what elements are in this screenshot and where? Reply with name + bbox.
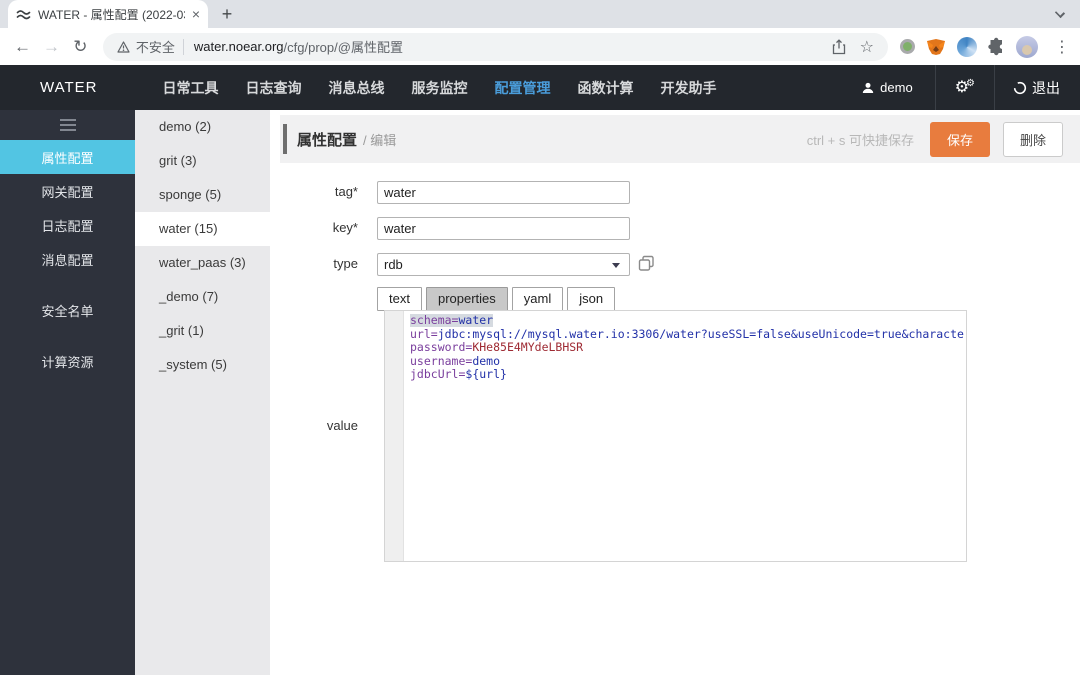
value-label: value (326, 418, 358, 433)
value-code-editor[interactable]: schema=water url=jdbc:mysql://mysql.wate… (384, 310, 967, 562)
chrome-menu-icon[interactable]: ⋮ (1054, 37, 1070, 57)
reload-icon[interactable]: ↻ (66, 37, 95, 57)
tab-yaml[interactable]: yaml (511, 287, 564, 311)
sidebar-item-log-config[interactable]: 日志配置 (0, 208, 135, 242)
user-name: demo (880, 80, 913, 95)
sidebar-item-property-config[interactable]: 属性配置 (0, 140, 135, 174)
menu-function-compute[interactable]: 函数计算 (578, 78, 634, 98)
bookmark-star-icon[interactable]: ☆ (860, 37, 874, 57)
app-brand[interactable]: WATER (40, 79, 98, 96)
menu-config-manage[interactable]: 配置管理 (495, 78, 551, 98)
key-input[interactable] (377, 217, 630, 240)
left-sidebar: 属性配置 网关配置 日志配置 消息配置 安全名单 计算资源 (0, 110, 135, 675)
sidebar-item-compute-resource[interactable]: 计算资源 (0, 344, 135, 378)
page-subtitle: / 编辑 (363, 132, 397, 148)
sidebar-item-gateway-config[interactable]: 网关配置 (0, 174, 135, 208)
editor-code[interactable]: schema=water url=jdbc:mysql://mysql.wate… (405, 314, 965, 560)
tab-close-icon[interactable]: × (192, 7, 200, 21)
tag-item-grit[interactable]: grit (3) (135, 144, 270, 178)
editor-gutter (385, 311, 404, 561)
logout-label: 退出 (1032, 79, 1060, 96)
water-favicon-icon (16, 9, 31, 19)
browser-toolbar: ← → ↻ 不安全 water.noear.org/cfg/prop/@属性配置… (0, 28, 1080, 65)
tag-input[interactable] (377, 181, 630, 204)
select-dropdown-arrow-icon (612, 263, 620, 268)
tag-item-system[interactable]: _system (5) (135, 348, 270, 382)
app-top-nav: WATER 日常工具 日志查询 消息总线 服务监控 配置管理 函数计算 开发助手… (0, 65, 1080, 110)
omnibox-divider (182, 38, 184, 55)
address-bar[interactable]: 不安全 water.noear.org/cfg/prop/@属性配置 ☆ (102, 32, 888, 61)
menu-service-monitor[interactable]: 服务监控 (412, 78, 468, 98)
tag-label: tag* (334, 184, 358, 199)
not-secure-warning-icon (117, 40, 130, 53)
user-icon (862, 82, 874, 93)
tag-item-sponge[interactable]: sponge (5) (135, 178, 270, 212)
code-line: url=jdbc:mysql://mysql.water.io:3306/wat… (410, 327, 965, 341)
url-path: /cfg/prop/@属性配置 (283, 40, 403, 55)
code-line: password=KHe85E4MYdeLBHSR (410, 341, 584, 354)
type-label: type (333, 256, 358, 271)
app-menu: 日常工具 日志查询 消息总线 服务监控 配置管理 函数计算 开发助手 (163, 78, 717, 98)
tag-item-demo[interactable]: demo (2) (135, 110, 270, 144)
profile-avatar[interactable] (1016, 35, 1038, 58)
forward-icon: → (42, 36, 60, 56)
browser-tab-strip: WATER - 属性配置 (2022-03-1 × + (0, 0, 1080, 28)
gear-small-icon: ⚙ (966, 77, 975, 89)
tag-item-water[interactable]: water (15) (135, 212, 270, 246)
tag-item-grit-underscore[interactable]: _grit (1) (135, 314, 270, 348)
extensions-row: ⋮ (900, 35, 1080, 58)
settings-button[interactable]: ⚙ ⚙ (934, 65, 994, 110)
tab-title: WATER - 属性配置 (2022-03-1 (38, 7, 185, 22)
page-title: 属性配置 (297, 131, 358, 149)
delete-button[interactable]: 删除 (1002, 121, 1063, 157)
type-select[interactable]: rdb (377, 253, 630, 276)
tag-item-water-paas[interactable]: water_paas (3) (135, 246, 270, 280)
tag-list-panel: demo (2) grit (3) sponge (5) water (15) … (135, 110, 270, 675)
tab-text[interactable]: text (377, 287, 422, 311)
extensions-puzzle-icon[interactable] (987, 37, 1006, 56)
extension-swirl-icon[interactable] (957, 36, 977, 57)
tab-search-chevron-icon[interactable] (1054, 7, 1066, 19)
not-secure-label: 不安全 (135, 40, 175, 55)
page-header: 属性配置 / 编辑 ctrl + s 可快捷保存 保存 删除 (280, 115, 1080, 163)
value-format-tabs: text properties yaml json (377, 287, 616, 311)
main-content: 属性配置 / 编辑 ctrl + s 可快捷保存 保存 删除 tag* key*… (270, 110, 1080, 675)
sidebar-item-message-config[interactable]: 消息配置 (0, 242, 135, 276)
tab-json[interactable]: json (567, 287, 616, 311)
menu-daily-tools[interactable]: 日常工具 (163, 78, 219, 98)
menu-message-bus[interactable]: 消息总线 (329, 78, 385, 98)
hamburger-icon (59, 119, 76, 121)
menu-log-query[interactable]: 日志查询 (246, 78, 302, 98)
save-shortcut-hint: ctrl + s 可快捷保存 (806, 132, 914, 148)
metamask-fox-icon[interactable] (925, 37, 947, 57)
extension-green-icon[interactable] (900, 39, 915, 54)
back-icon[interactable]: ← (8, 37, 37, 57)
header-accent-bar (283, 124, 287, 154)
code-line: username=demo (410, 354, 501, 368)
share-icon[interactable] (832, 38, 846, 55)
code-line: jdbcUrl=${url} (410, 368, 507, 381)
copy-icon[interactable] (638, 255, 655, 272)
url-host: water.noear.org (193, 39, 284, 54)
sidebar-item-security-list[interactable]: 安全名单 (0, 293, 135, 327)
tag-item-demo-underscore[interactable]: _demo (7) (135, 280, 270, 314)
browser-tab[interactable]: WATER - 属性配置 (2022-03-1 × (8, 0, 208, 28)
code-line: schema=water (410, 314, 494, 327)
tab-properties[interactable]: properties (425, 287, 508, 311)
menu-dev-helper[interactable]: 开发助手 (661, 78, 717, 98)
type-select-value: rdb (384, 257, 403, 272)
power-icon (1013, 81, 1027, 94)
save-button[interactable]: 保存 (929, 121, 990, 157)
logout-button[interactable]: 退出 (994, 65, 1080, 110)
sidebar-collapse-button[interactable] (0, 110, 135, 140)
current-user[interactable]: demo (840, 65, 935, 110)
key-label: key* (332, 220, 358, 235)
new-tab-button[interactable]: + (216, 3, 238, 25)
